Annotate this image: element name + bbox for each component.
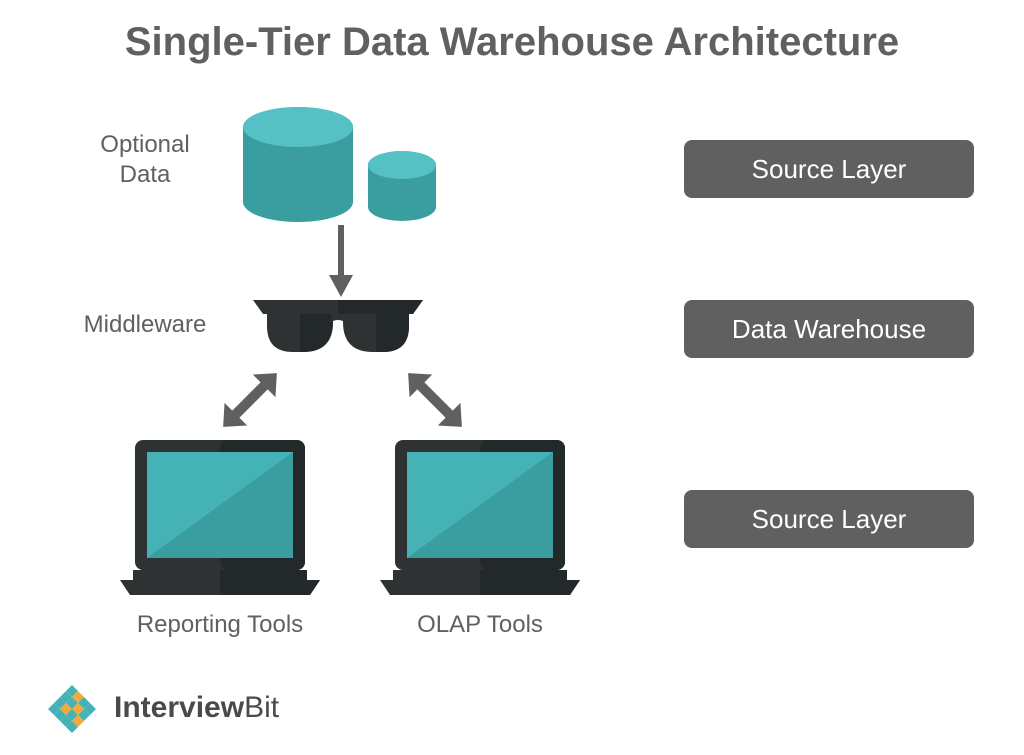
layer-box-source-top: Source Layer bbox=[684, 140, 974, 198]
laptop-olap-icon bbox=[375, 440, 585, 600]
middleware-label: Middleware bbox=[65, 310, 225, 340]
laptop-reporting-icon bbox=[115, 440, 325, 600]
reporting-tools-label: Reporting Tools bbox=[110, 610, 330, 640]
olap-tools-label: OLAP Tools bbox=[380, 610, 580, 640]
diagram-title: Single-Tier Data Warehouse Architecture bbox=[0, 20, 1024, 65]
optional-data-line1: Optional bbox=[100, 131, 189, 158]
interviewbit-logo: InterviewBit bbox=[40, 681, 279, 735]
optional-data-line2: Data bbox=[120, 161, 171, 188]
middleware-icon bbox=[253, 300, 423, 360]
logo-icon bbox=[40, 681, 104, 735]
arrow-down-icon bbox=[329, 225, 353, 297]
database-icon-group bbox=[240, 105, 450, 225]
layer-box-data-warehouse: Data Warehouse bbox=[684, 300, 974, 358]
double-arrow-right-icon bbox=[395, 360, 475, 440]
double-arrow-left-icon bbox=[210, 360, 290, 440]
optional-data-label: Optional Data bbox=[75, 130, 215, 190]
logo-text-rest: Bit bbox=[244, 691, 279, 724]
layer-box-source-bottom: Source Layer bbox=[684, 490, 974, 548]
logo-text-bold: Interview bbox=[114, 691, 244, 724]
logo-text: InterviewBit bbox=[114, 691, 279, 725]
